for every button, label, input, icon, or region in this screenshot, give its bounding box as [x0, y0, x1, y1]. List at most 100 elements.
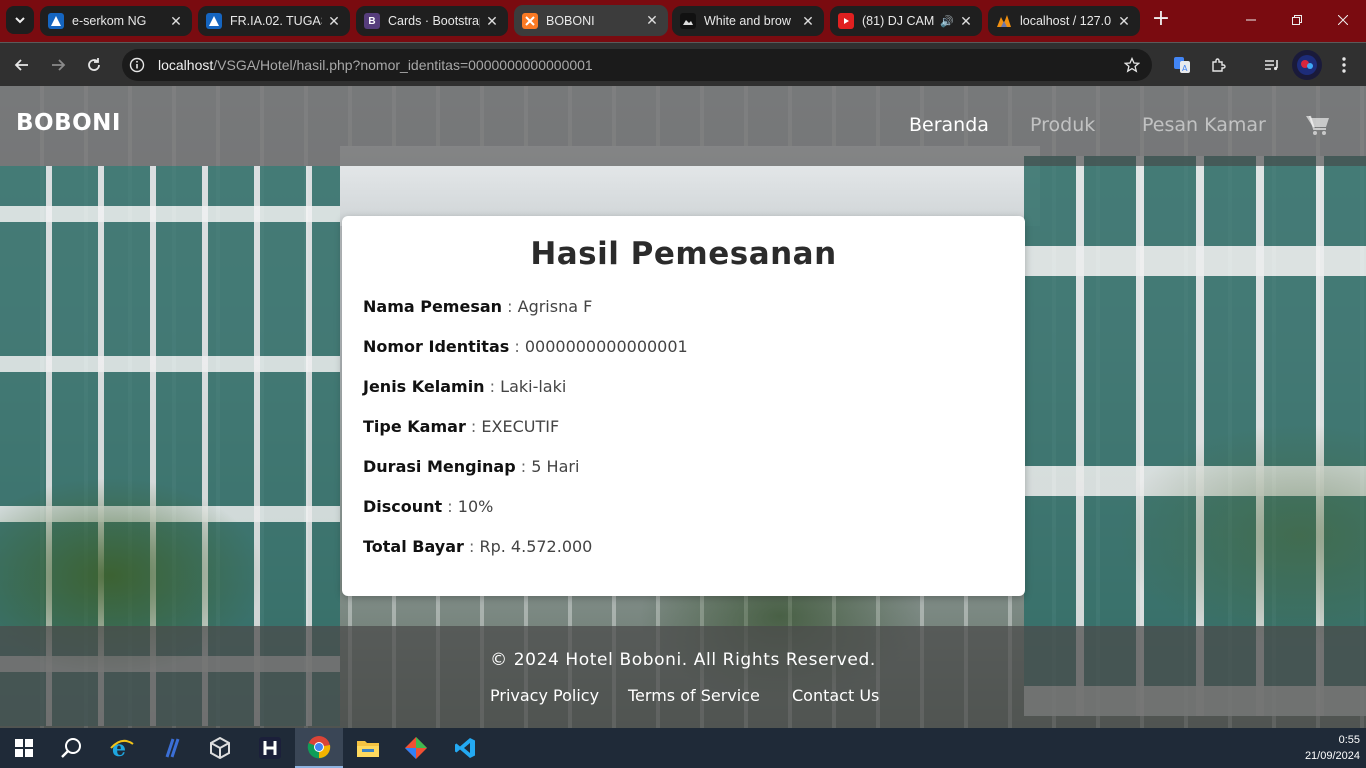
speaker-icon[interactable]: 🔊: [940, 15, 954, 28]
footer-link-terms[interactable]: Terms of Service: [628, 686, 760, 705]
close-icon[interactable]: ✕: [326, 13, 342, 30]
system-clock[interactable]: 0:55 21/09/2024: [1290, 732, 1360, 764]
site-brand[interactable]: BOBONI: [16, 110, 121, 136]
field-separator: :: [470, 417, 477, 436]
taskbar-vscode[interactable]: [441, 728, 489, 768]
field-value: Laki-laki: [500, 377, 567, 396]
close-icon[interactable]: ✕: [644, 12, 660, 29]
field-separator: :: [469, 537, 475, 556]
booking-result-card: Hasil Pemesanan Nama Pemesan : Agrisna F…: [342, 216, 1025, 596]
browser-tab[interactable]: White and brow ✕: [672, 6, 824, 36]
bookmark-button[interactable]: [1118, 51, 1146, 79]
close-icon[interactable]: ✕: [958, 13, 974, 30]
new-tab-button[interactable]: +: [1148, 7, 1174, 33]
browser-tab-active[interactable]: BOBONI ✕: [514, 5, 668, 36]
field-label: Durasi Menginap: [363, 457, 516, 476]
close-icon[interactable]: ✕: [484, 13, 500, 30]
footer-link-contact[interactable]: Contact Us: [792, 686, 879, 705]
taskbar-chrome[interactable]: [295, 728, 343, 768]
app-slash-icon: [165, 738, 180, 758]
translate-button[interactable]: A: [1168, 51, 1196, 79]
minimize-button[interactable]: [1228, 0, 1274, 40]
taskbar-search-button[interactable]: [48, 728, 96, 768]
url-host: localhost: [158, 57, 214, 73]
cart-button[interactable]: [1306, 114, 1330, 136]
playlist-icon: [1265, 60, 1278, 71]
minimize-icon: [1246, 19, 1256, 21]
phpmyadmin-icon: [996, 13, 1012, 29]
tab-search-button[interactable]: [6, 6, 34, 34]
bootstrap-icon: B: [364, 13, 380, 29]
reload-button[interactable]: [80, 51, 108, 79]
clock-date: 21/09/2024: [1304, 750, 1360, 762]
tab-title: White and brow: [704, 14, 791, 28]
internet-explorer-icon: e: [110, 736, 134, 760]
taskbar-edge-legacy[interactable]: e: [98, 728, 146, 768]
field-separator: :: [489, 377, 496, 396]
back-button[interactable]: [8, 51, 36, 79]
nav-link-pesan-kamar[interactable]: Pesan Kamar: [1142, 114, 1266, 136]
restore-icon: [1292, 15, 1302, 25]
close-icon[interactable]: ✕: [800, 13, 816, 30]
nav-link-produk[interactable]: Produk: [1030, 114, 1095, 136]
field-separator: :: [447, 497, 453, 516]
browser-toolbar: localhost/VSGA/Hotel/hasil.php?nomor_ide…: [0, 42, 1366, 86]
field-value: Agrisna F: [517, 297, 593, 316]
result-row-discount: Discount : 10%: [363, 497, 493, 516]
xampp-icon: [522, 12, 538, 29]
taskbar-app-box[interactable]: [196, 728, 244, 768]
reload-icon: [88, 58, 100, 71]
browser-tab[interactable]: (81) DJ CAM 🔊 ✕: [830, 6, 982, 36]
field-label: Nomor Identitas: [363, 337, 510, 356]
cart-icon: [1306, 115, 1329, 135]
site-footer: © 2024 Hotel Boboni. All Rights Reserved…: [0, 626, 1366, 728]
svg-text:A: A: [1182, 64, 1188, 73]
tab-title: BOBONI: [546, 13, 595, 28]
taskbar-file-explorer[interactable]: [344, 728, 392, 768]
chrome-menu-button[interactable]: [1330, 51, 1358, 79]
field-label: Jenis Kelamin: [363, 377, 485, 396]
field-value: 10%: [457, 497, 494, 516]
site-info-icon[interactable]: [126, 54, 148, 76]
start-button[interactable]: [0, 728, 48, 768]
star-icon: [1124, 57, 1140, 73]
browser-tab[interactable]: e-serkom NG ✕: [40, 6, 192, 36]
triangle-blue-icon: [206, 13, 222, 29]
field-separator: :: [507, 297, 513, 316]
result-row-nomor-identitas: Nomor Identitas : 0000000000000001: [363, 337, 688, 356]
address-bar[interactable]: localhost/VSGA/Hotel/hasil.php?nomor_ide…: [122, 49, 1152, 81]
arrow-right-icon: [52, 59, 66, 71]
browser-tab[interactable]: B Cards · Bootstrap ✕: [356, 6, 508, 36]
nav-link-beranda[interactable]: Beranda: [909, 114, 989, 136]
footer-link-privacy[interactable]: Privacy Policy: [490, 686, 599, 705]
clock-time: 0:55: [1338, 734, 1360, 746]
taskbar-app-h[interactable]: [246, 728, 294, 768]
close-icon[interactable]: ✕: [168, 13, 184, 30]
taskbar-app-slash[interactable]: [148, 728, 196, 768]
close-window-button[interactable]: [1320, 0, 1366, 40]
browser-tab[interactable]: localhost / 127.0 ✕: [988, 6, 1140, 36]
windows-icon: [15, 739, 33, 757]
translate-icon: A: [1174, 57, 1190, 73]
result-row-durasi: Durasi Menginap : 5 Hari: [363, 457, 579, 476]
page-title: Hasil Pemesanan: [530, 236, 837, 272]
forward-button[interactable]: [44, 51, 72, 79]
extensions-button[interactable]: [1204, 51, 1232, 79]
browser-tab[interactable]: FR.IA.02. TUGAS ✕: [198, 6, 350, 36]
windows-taskbar: e 0:55 21/09/2024: [0, 728, 1366, 768]
field-label: Nama Pemesan: [363, 297, 503, 316]
copyright-text: © 2024 Hotel Boboni. All Rights Reserved…: [490, 650, 876, 670]
box-icon: [210, 737, 230, 759]
close-icon[interactable]: ✕: [1116, 13, 1132, 30]
tab-title: (81) DJ CAM: [862, 14, 935, 28]
restore-button[interactable]: [1274, 0, 1320, 40]
field-value: 5 Hari: [531, 457, 580, 476]
profile-avatar[interactable]: [1292, 50, 1322, 80]
git-app-icon: [405, 737, 427, 759]
search-icon: [61, 738, 81, 758]
result-row-tipe-kamar: Tipe Kamar : EXECUTIF: [363, 417, 559, 436]
triangle-blue-icon: [48, 13, 64, 29]
media-control-button[interactable]: [1258, 51, 1286, 79]
field-label: Discount: [363, 497, 443, 516]
taskbar-git-app[interactable]: [392, 728, 440, 768]
